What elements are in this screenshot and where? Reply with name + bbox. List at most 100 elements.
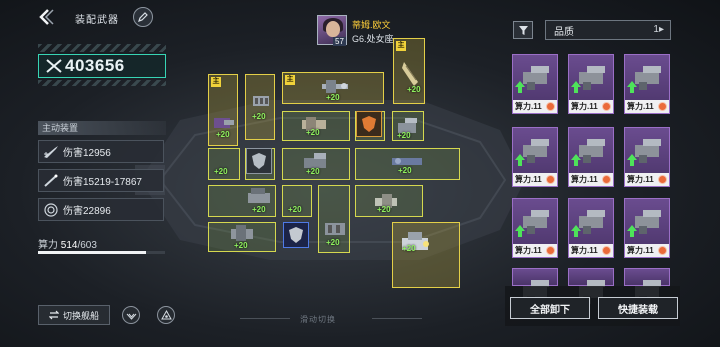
- card-capacity-label: 算力.11: [627, 102, 654, 111]
- bonus-label: +20: [397, 131, 411, 140]
- power-decoration-bottom: [38, 80, 166, 86]
- combat-power-box: 403656: [38, 54, 166, 78]
- bonus-label: +20: [252, 112, 266, 121]
- filter-button[interactable]: [513, 21, 533, 39]
- active-item-2[interactable]: 伤害15219-17867: [38, 169, 164, 192]
- slide-line-left: [240, 318, 290, 319]
- inventory-card[interactable]: 算力.11: [512, 54, 558, 114]
- inventory-card[interactable]: 算力.11: [512, 198, 558, 258]
- bonus-label: +20: [306, 128, 320, 137]
- slide-line-right: [372, 318, 422, 319]
- card-capacity-label: 算力.11: [627, 175, 654, 184]
- upgrade-arrow-icon: [515, 225, 525, 237]
- bonus-label: +20: [306, 167, 320, 176]
- upgrade-arrow-icon: [571, 154, 581, 166]
- inventory-card[interactable]: 算力.11: [568, 198, 614, 258]
- upgrade-arrow-icon: [515, 81, 525, 93]
- active-item-2-text: 伤害15219-17867: [63, 177, 142, 188]
- inventory-card[interactable]: 算力.11: [624, 127, 670, 187]
- page-title: 装配武器: [75, 15, 119, 26]
- inventory-card[interactable]: [624, 268, 670, 304]
- main-badge: 主: [211, 77, 221, 87]
- back-button[interactable]: [36, 8, 56, 26]
- active-item-3[interactable]: 伤害22896: [38, 198, 164, 221]
- main-badge: 主: [285, 75, 295, 85]
- player-name: 蒂姆.欧文: [352, 20, 391, 30]
- pencil-icon: [138, 12, 148, 22]
- inventory-card[interactable]: [568, 268, 614, 304]
- combat-power-value: 403656: [65, 56, 125, 75]
- ship-skill-button[interactable]: [122, 306, 140, 324]
- bonus-label: +20: [326, 93, 340, 102]
- crossed-swords-icon: [46, 59, 62, 73]
- card-capacity-label: 算力.11: [515, 246, 542, 255]
- quick-equip-button[interactable]: 快捷装载: [598, 297, 678, 319]
- inventory-card[interactable]: 算力.11: [568, 54, 614, 114]
- gear-icon: [658, 102, 667, 111]
- bonus-label: +20: [234, 241, 248, 250]
- gear-icon: [546, 102, 555, 111]
- card-capacity-label: 算力.11: [627, 246, 654, 255]
- card-capacity-label: 算力.11: [571, 175, 598, 184]
- rename-button[interactable]: [133, 7, 153, 27]
- upgrade-arrow-icon: [627, 81, 637, 93]
- engine-module[interactable]: [356, 111, 382, 137]
- capacity-readout: 算力 514/603: [38, 236, 97, 251]
- gear-icon: [602, 175, 611, 184]
- upgrade-arrow-icon: [515, 154, 525, 166]
- capacity-used: 514: [60, 240, 78, 251]
- laser-icon: [44, 174, 58, 187]
- sort-order-icon: 1▸: [653, 24, 664, 35]
- chevron-left-icon: [39, 9, 54, 25]
- inventory-card[interactable]: 算力.11: [568, 127, 614, 187]
- card-capacity-label: 算力.11: [515, 102, 542, 111]
- shield-icon: [362, 116, 376, 132]
- quality-sort-select[interactable]: 品质 1▸: [545, 20, 671, 40]
- weapon-heavy-laser: [398, 228, 432, 258]
- inventory-card[interactable]: [512, 268, 558, 304]
- shield-icon: [252, 153, 266, 169]
- shield-icon: [289, 227, 303, 243]
- slide-hint: 滑动切换: [300, 315, 336, 324]
- upgrade-arrow-icon: [627, 154, 637, 166]
- gear-icon: [602, 246, 611, 255]
- gear-icon: [658, 175, 667, 184]
- active-equipment-label: 主动装置: [38, 121, 166, 135]
- funnel-icon: [518, 25, 528, 35]
- missile-icon: [44, 145, 58, 158]
- bonus-label: +20: [398, 166, 412, 175]
- switch-ship-button[interactable]: 切换舰船: [38, 305, 110, 325]
- card-capacity-label: 算力.11: [571, 246, 598, 255]
- bonus-label: +20: [377, 205, 391, 214]
- upgrade-arrow-icon: [571, 225, 581, 237]
- ship-info-button[interactable]: [157, 306, 175, 324]
- inventory-card[interactable]: 算力.11: [624, 198, 670, 258]
- armor-module[interactable]: [246, 148, 272, 174]
- card-capacity-label: 算力.11: [571, 102, 598, 111]
- wings-icon: [126, 313, 136, 320]
- capacity-label: 算力: [38, 240, 58, 251]
- weapon-rocket-pod: [250, 90, 272, 112]
- bonus-label: +20: [326, 238, 340, 247]
- bonus-label: +20: [214, 167, 228, 176]
- inventory-card[interactable]: 算力.11: [512, 127, 558, 187]
- bonus-label: +20: [252, 205, 266, 214]
- active-item-1-text: 伤害12956: [63, 148, 111, 159]
- upgrade-arrow-icon: [627, 225, 637, 237]
- player-rank: G6.处女座: [352, 34, 394, 44]
- swap-icon: [48, 310, 59, 320]
- unload-all-button[interactable]: 全部卸下: [510, 297, 590, 319]
- bonus-label: +20: [407, 85, 421, 94]
- gear-icon: [658, 246, 667, 255]
- inventory-card[interactable]: 算力.11: [624, 54, 670, 114]
- gear-icon: [602, 102, 611, 111]
- shield-module[interactable]: [283, 222, 309, 248]
- avatar-face: [326, 21, 340, 37]
- switch-ship-label: 切换舰船: [62, 310, 99, 321]
- player-level: 57: [333, 37, 346, 46]
- capacity-total: /603: [77, 240, 97, 251]
- quality-label: 品质: [554, 26, 574, 38]
- bonus-label: +20: [288, 205, 302, 214]
- active-item-1[interactable]: 伤害12956: [38, 140, 164, 163]
- emblem-icon: [160, 309, 172, 319]
